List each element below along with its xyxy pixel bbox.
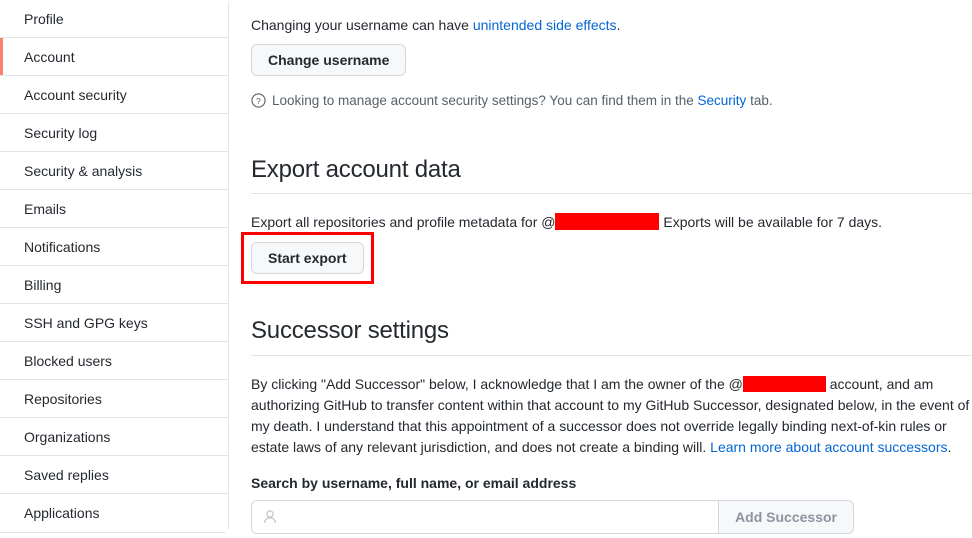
sidebar-item-label: Security & analysis xyxy=(24,163,143,179)
start-export-button[interactable]: Start export xyxy=(251,242,364,274)
sidebar-item-saved-replies[interactable]: Saved replies xyxy=(0,456,228,494)
sidebar-item-label: Blocked users xyxy=(24,353,112,369)
username-warning-prefix: Changing your username can have xyxy=(251,17,473,33)
sidebar-item-label: Emails xyxy=(24,201,67,217)
successor-agreement-paragraph: By clicking "Add Successor" below, I ack… xyxy=(251,374,972,458)
question-circle-icon: ? xyxy=(251,93,266,108)
sidebar-item-notifications[interactable]: Notifications xyxy=(0,228,228,266)
note-suffix: tab. xyxy=(746,93,773,108)
sidebar-item-label: Account security xyxy=(24,87,127,103)
person-icon xyxy=(262,509,278,525)
successor-section-divider xyxy=(251,355,972,356)
add-successor-button[interactable]: Add Successor xyxy=(718,500,854,534)
successor-settings-title: Successor settings xyxy=(251,317,449,344)
sidebar-item-label: Organizations xyxy=(24,429,111,445)
successor-paragraph-part1: By clicking "Add Successor" below, I ack… xyxy=(251,376,743,392)
security-tab-link[interactable]: Security xyxy=(698,93,747,108)
sidebar-nav-list: Profile Account Account security Securit… xyxy=(0,0,229,533)
successor-search-input[interactable] xyxy=(278,501,719,533)
username-warning-text: Changing your username can have unintend… xyxy=(251,15,620,36)
sidebar-item-emails[interactable]: Emails xyxy=(0,190,228,228)
settings-sidebar: Profile Account Account security Securit… xyxy=(0,0,229,538)
settings-main-content: Changing your username can have unintend… xyxy=(251,0,972,538)
export-account-data-title: Export account data xyxy=(251,156,461,183)
sidebar-item-blocked-users[interactable]: Blocked users xyxy=(0,342,228,380)
export-description-suffix: Exports will be available for 7 days. xyxy=(659,214,883,230)
sidebar-item-organizations[interactable]: Organizations xyxy=(0,418,228,456)
export-section-divider xyxy=(251,193,972,194)
successor-search-field[interactable] xyxy=(251,500,719,534)
sidebar-item-security-and-analysis[interactable]: Security & analysis xyxy=(0,152,228,190)
successor-search-label: Search by username, full name, or email … xyxy=(251,475,577,491)
redacted-username-export xyxy=(555,213,660,230)
sidebar-item-label: Notifications xyxy=(24,239,101,255)
settings-page: Profile Account Account security Securit… xyxy=(0,0,972,538)
change-username-button[interactable]: Change username xyxy=(251,44,407,76)
svg-text:?: ? xyxy=(256,96,261,106)
successor-paragraph-part3: . xyxy=(947,439,952,455)
learn-more-successors-link[interactable]: Learn more about account successors xyxy=(710,439,947,455)
sidebar-item-label: Applications xyxy=(24,505,100,521)
sidebar-item-label: SSH and GPG keys xyxy=(24,315,148,331)
sidebar-item-profile[interactable]: Profile xyxy=(0,0,228,38)
account-security-note-text: Looking to manage account security setti… xyxy=(272,92,773,110)
export-description-prefix: Export all repositories and profile meta… xyxy=(251,214,556,230)
sidebar-item-account[interactable]: Account xyxy=(0,38,228,76)
redacted-username-successor xyxy=(742,376,826,392)
account-security-note: ? Looking to manage account security set… xyxy=(251,92,951,110)
successor-search-group: Add Successor xyxy=(251,500,854,534)
username-warning-suffix: . xyxy=(616,17,621,33)
note-prefix: Looking to manage account security setti… xyxy=(272,93,698,108)
sidebar-item-label: Profile xyxy=(24,11,64,27)
sidebar-item-billing[interactable]: Billing xyxy=(0,266,228,304)
sidebar-item-label: Billing xyxy=(24,277,62,293)
sidebar-item-label: Repositories xyxy=(24,391,102,407)
sidebar-item-applications[interactable]: Applications xyxy=(0,494,228,532)
sidebar-item-label: Saved replies xyxy=(24,467,109,483)
export-description: Export all repositories and profile meta… xyxy=(251,212,882,233)
unintended-side-effects-link[interactable]: unintended side effects xyxy=(473,17,617,33)
sidebar-item-label: Account xyxy=(24,49,75,65)
sidebar-item-account-security[interactable]: Account security xyxy=(0,76,228,114)
sidebar-item-ssh-and-gpg-keys[interactable]: SSH and GPG keys xyxy=(0,304,228,342)
sidebar-item-repositories[interactable]: Repositories xyxy=(0,380,228,418)
sidebar-item-label: Security log xyxy=(24,125,98,141)
sidebar-item-security-log[interactable]: Security log xyxy=(0,114,228,152)
